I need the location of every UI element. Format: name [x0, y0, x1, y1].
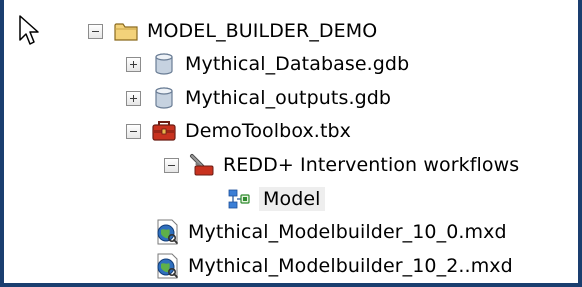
expand-toggle-icon[interactable]	[126, 56, 141, 72]
geodatabase-icon	[151, 85, 177, 111]
geodatabase-icon	[151, 51, 177, 77]
tree-node-database-gdb[interactable]: Mythical_Database.gdb	[126, 47, 409, 81]
tree-node-label: Model	[259, 187, 325, 211]
mouse-pointer-icon	[18, 14, 42, 48]
tree-node-label: Mythical_Modelbuilder_10_2..mxd	[188, 255, 513, 277]
tree-node-label: Mythical_Modelbuilder_10_0.mxd	[188, 221, 507, 243]
tree-node-outputs-gdb[interactable]: Mythical_outputs.gdb	[126, 81, 391, 115]
tree-node-mxd-10-2[interactable]: Mythical_Modelbuilder_10_2..mxd	[154, 249, 513, 283]
toolset-icon	[189, 152, 215, 178]
tree-node-model[interactable]: Model	[228, 182, 325, 216]
tree-node-label: Mythical_Database.gdb	[185, 53, 410, 75]
tree-node-mxd-10-0[interactable]: Mythical_Modelbuilder_10_0.mxd	[154, 215, 507, 249]
collapse-toggle-icon[interactable]	[126, 123, 141, 139]
expand-toggle-icon[interactable]	[126, 90, 141, 106]
tree-node-toolset[interactable]: REDD+ Intervention workflows	[164, 148, 519, 182]
collapse-toggle-icon[interactable]	[88, 23, 103, 39]
tree-node-toolbox[interactable]: DemoToolbox.tbx	[126, 114, 351, 148]
tree-node-label: Mythical_outputs.gdb	[185, 87, 392, 109]
map-document-icon	[154, 219, 180, 245]
collapse-toggle-icon[interactable]	[164, 157, 179, 173]
tree-node-label: REDD+ Intervention workflows	[223, 154, 520, 176]
tree-node-root[interactable]: MODEL_BUILDER_DEMO	[88, 14, 377, 48]
tree-node-label: MODEL_BUILDER_DEMO	[147, 20, 378, 42]
toolbox-icon	[151, 118, 177, 144]
folder-icon	[113, 18, 139, 44]
catalog-tree-panel: MODEL_BUILDER_DEMO Mythical_Database.gdb…	[0, 0, 582, 287]
tree-node-label: DemoToolbox.tbx	[185, 120, 351, 142]
map-document-icon	[154, 253, 180, 279]
model-icon	[228, 186, 254, 212]
